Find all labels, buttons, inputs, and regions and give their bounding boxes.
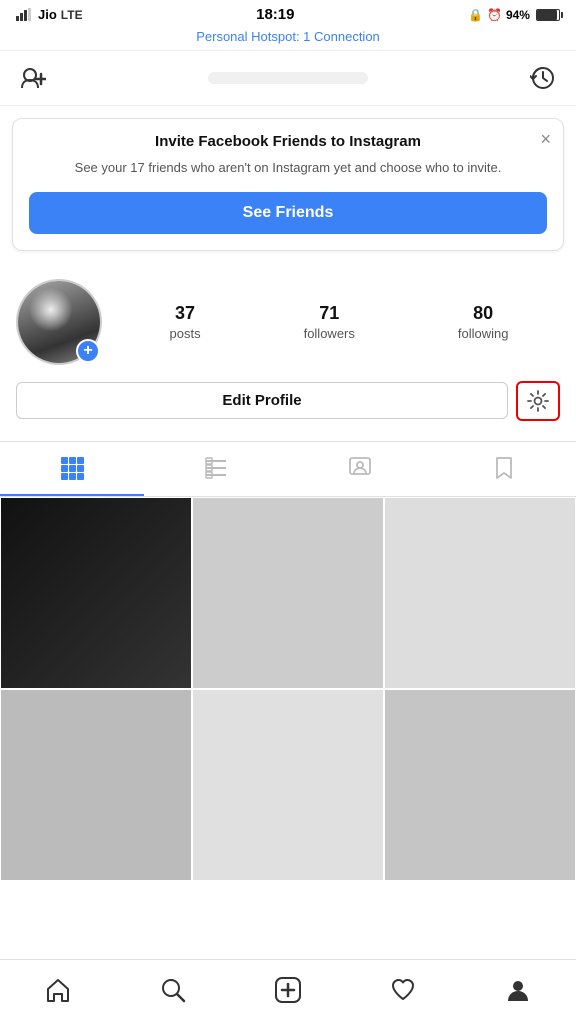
hotspot-bar: Personal Hotspot: 1 Connection [0, 27, 576, 51]
network-label: LTE [61, 8, 83, 22]
top-nav [0, 51, 576, 106]
invite-title: Invite Facebook Friends to Instagram [29, 133, 547, 150]
photo-cell[interactable] [192, 497, 384, 689]
stat-posts[interactable]: 37 posts [170, 303, 201, 341]
add-friend-button[interactable] [16, 63, 50, 93]
battery-label: 94% [506, 8, 530, 22]
status-right: 🔒 ⏰ 94% [468, 8, 560, 22]
bottom-nav-heart[interactable] [379, 970, 427, 1010]
bottom-nav-add[interactable] [264, 970, 312, 1010]
following-count: 80 [473, 303, 493, 324]
photo-cell[interactable] [192, 689, 384, 881]
carrier-label: Jio [38, 7, 57, 22]
status-time: 18:19 [256, 6, 294, 23]
battery-icon [536, 9, 560, 21]
bottom-nav [0, 959, 576, 1024]
invite-banner: × Invite Facebook Friends to Instagram S… [12, 118, 564, 251]
tab-tagged[interactable] [288, 442, 432, 496]
posts-label: posts [170, 326, 201, 341]
hotspot-label: Personal Hotspot: 1 Connection [196, 29, 380, 44]
photo-cell[interactable] [384, 689, 576, 881]
photo-cell[interactable] [384, 497, 576, 689]
invite-close-button[interactable]: × [540, 129, 551, 150]
username-display [208, 72, 368, 84]
settings-button[interactable] [516, 381, 560, 421]
invite-subtitle: See your 17 friends who aren't on Instag… [29, 158, 547, 178]
tab-saved[interactable] [432, 442, 576, 496]
bottom-nav-search[interactable] [149, 970, 197, 1010]
edit-profile-button[interactable]: Edit Profile [16, 382, 508, 419]
photo-grid [0, 497, 576, 881]
tab-list[interactable] [144, 442, 288, 496]
signal-bars [16, 8, 34, 21]
avatar-wrapper: + [16, 279, 102, 365]
profile-top: + 37 posts 71 followers 80 following [16, 279, 560, 365]
alarm-icon: ⏰ [487, 8, 502, 22]
followers-count: 71 [319, 303, 339, 324]
status-bar: Jio LTE 18:19 🔒 ⏰ 94% [0, 0, 576, 27]
lock-icon: 🔒 [468, 8, 483, 22]
followers-label: followers [304, 326, 355, 341]
photo-cell[interactable] [0, 689, 192, 881]
profile-stats: 37 posts 71 followers 80 following [118, 303, 560, 341]
photo-cell[interactable] [0, 497, 192, 689]
avatar-plus-icon[interactable]: + [76, 339, 100, 363]
bottom-nav-home[interactable] [34, 970, 82, 1010]
status-left: Jio LTE [16, 7, 83, 22]
stat-followers[interactable]: 71 followers [304, 303, 355, 341]
history-button[interactable] [526, 61, 560, 95]
profile-section: + 37 posts 71 followers 80 following Edi… [0, 263, 576, 433]
following-label: following [458, 326, 509, 341]
posts-count: 37 [175, 303, 195, 324]
username-area [50, 72, 526, 84]
bottom-nav-profile[interactable] [494, 970, 542, 1010]
profile-actions: Edit Profile [16, 381, 560, 421]
tabs-row [0, 441, 576, 497]
tab-grid[interactable] [0, 442, 144, 496]
see-friends-button[interactable]: See Friends [29, 192, 547, 234]
stat-following[interactable]: 80 following [458, 303, 509, 341]
